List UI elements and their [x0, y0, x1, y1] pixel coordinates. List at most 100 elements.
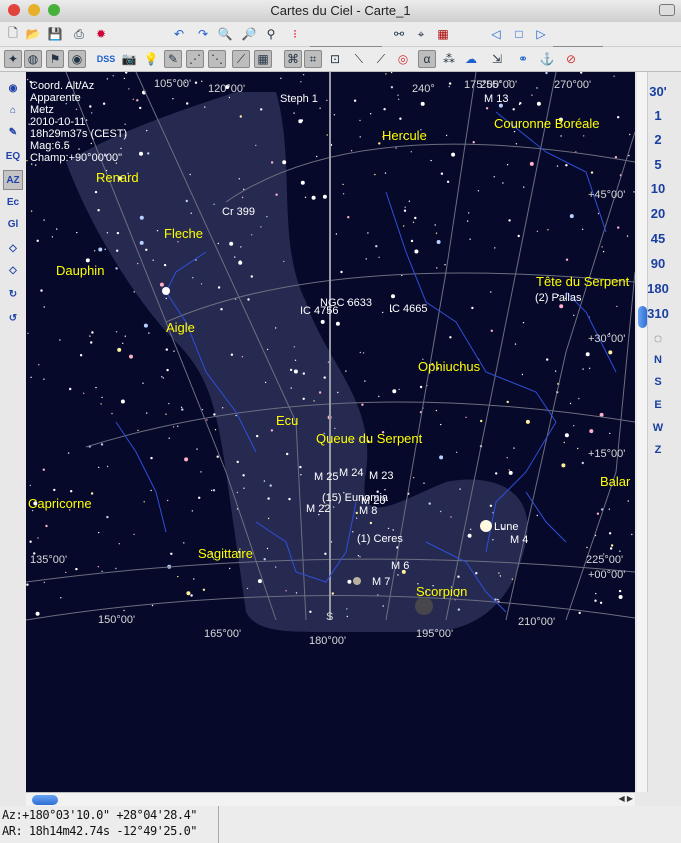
center-object-icon[interactable]: ⁝	[286, 25, 304, 43]
sky-chart[interactable]: Renard Fleche Dauphin Aigle Hercule Couronne …	[26, 72, 635, 792]
fov-button[interactable]: 10	[635, 181, 681, 196]
undo-icon[interactable]: ↶	[170, 25, 188, 43]
object-label[interactable]: Steph 1	[280, 93, 318, 105]
zoom-out-icon[interactable]: 🔎	[240, 25, 258, 43]
object-label[interactable]: M 13	[484, 93, 508, 105]
zenith-button[interactable]: Z	[635, 444, 681, 456]
west-button[interactable]: W	[635, 422, 681, 434]
flip-icon[interactable]: ⇲	[488, 50, 506, 68]
stop-icon[interactable]: □	[510, 25, 528, 43]
object-label[interactable]: M 4	[510, 534, 528, 546]
configuration-icon[interactable]: ✹	[92, 25, 110, 43]
planet-marker[interactable]	[353, 577, 361, 585]
horizon-picture-icon[interactable]: ☁	[462, 50, 480, 68]
object-label[interactable]: Lune	[494, 521, 518, 533]
lamp-icon[interactable]: 💡	[142, 50, 160, 68]
constellation-label[interactable]: Ecu	[276, 413, 298, 428]
galaxy-toggle-icon[interactable]: ◉	[68, 50, 86, 68]
scroll-arrows-icon[interactable]: ◀ ▶	[618, 794, 633, 803]
all-sky-icon[interactable]: ◌	[635, 330, 681, 346]
redo-icon[interactable]: ↷	[194, 25, 212, 43]
flip-vertical-icon[interactable]: ◇	[3, 260, 23, 280]
sky-chart-svg[interactable]: Renard Fleche Dauphin Aigle Hercule Couronne …	[26, 72, 635, 792]
next-chart-icon[interactable]: ▷	[532, 25, 550, 43]
object-label[interactable]: (2) Pallas	[535, 292, 582, 304]
milky-way-icon[interactable]: ⟋	[232, 50, 250, 68]
flip-horizontal-icon[interactable]: ◇	[3, 238, 23, 258]
object-label[interactable]: M 20	[361, 495, 385, 507]
save-icon[interactable]: 💾	[46, 25, 64, 43]
constellation-label[interactable]: Dauphin	[56, 263, 104, 278]
object-label[interactable]: M 22	[306, 503, 330, 515]
rotate-right-icon[interactable]: ↻	[3, 284, 23, 304]
calendar-icon[interactable]: ▦	[434, 25, 452, 43]
horizon-icon[interactable]: ⌗	[304, 50, 322, 68]
object-label[interactable]: IC 4665	[389, 303, 428, 315]
constellation-label[interactable]: Renard	[96, 170, 139, 185]
azimuth-tick-label[interactable]: 210°00'	[518, 616, 555, 628]
fov-button[interactable]: 20	[635, 206, 681, 221]
fov-button[interactable]: 5	[635, 157, 681, 172]
constellation-label[interactable]: Aigle	[166, 320, 195, 335]
scale-icon[interactable]: ⊡	[326, 50, 344, 68]
horizontal-scroll-thumb[interactable]	[32, 795, 58, 805]
north-button[interactable]: N	[635, 354, 681, 366]
globe-icon[interactable]: ◉	[3, 78, 23, 98]
rotate-left-icon[interactable]: ↺	[3, 308, 23, 328]
remove-mark-icon[interactable]: ⊘	[562, 50, 580, 68]
azimuth-tick-label[interactable]: 165°00'	[204, 628, 241, 640]
search-binoculars-icon[interactable]: ⚯	[390, 25, 408, 43]
object-label[interactable]: M 24	[339, 467, 363, 479]
edit-icon[interactable]: ✎	[3, 122, 23, 142]
dss-button[interactable]: DSS	[94, 50, 118, 68]
azimuth-tick-label[interactable]: 270°00'	[554, 79, 591, 91]
horizontal-scrollbar[interactable]: ◀ ▶	[26, 792, 635, 807]
altitude-tick-label[interactable]: +15°00'	[588, 448, 625, 460]
grid-icon[interactable]: ✎	[164, 50, 182, 68]
azimuth-tick-label[interactable]: 255°00'	[480, 79, 517, 91]
equatorial-projection-button[interactable]: EQ	[3, 146, 23, 166]
location-icon[interactable]: ⌂	[3, 100, 23, 120]
constellation-label[interactable]: Capricorne	[28, 496, 92, 511]
fov-button[interactable]: 90	[635, 256, 681, 271]
galactic-projection-button[interactable]: Gl	[3, 214, 23, 234]
camera-icon[interactable]: 📷	[120, 50, 138, 68]
zoom-reset-icon[interactable]: ⚲	[262, 25, 280, 43]
cluster-marker[interactable]	[415, 597, 433, 615]
constellation-boundaries-icon[interactable]: ⋱	[208, 50, 226, 68]
fov-button[interactable]: 310	[635, 306, 681, 321]
east-button[interactable]: E	[635, 399, 681, 411]
constellation-label[interactable]: Balar	[600, 474, 631, 489]
stars-toggle-icon[interactable]: ✦	[4, 50, 22, 68]
azimuth-tick-label[interactable]: 225°00'	[586, 554, 623, 566]
altitude-tick-label[interactable]: +30°00'	[588, 333, 625, 345]
object-label[interactable]: M 7	[372, 576, 390, 588]
azimuth-tick-label[interactable]: 180°00'	[309, 635, 346, 647]
azimuth-tick-label[interactable]: 135°00'	[30, 554, 67, 566]
object-label[interactable]: M 25	[314, 471, 338, 483]
telescope-icon[interactable]: ⌖	[412, 25, 430, 43]
measure-icon[interactable]: ⟋	[372, 50, 390, 68]
object-label[interactable]: (1) Ceres	[357, 533, 403, 545]
toolbar-toggle-button[interactable]	[659, 4, 675, 16]
constellation-label[interactable]: Scorpion	[416, 584, 467, 599]
star-names-icon[interactable]: ⁂	[440, 50, 458, 68]
object-label[interactable]: Cr 399	[222, 206, 255, 218]
target-icon[interactable]: ◎	[394, 50, 412, 68]
greek-labels-button[interactable]: α	[418, 50, 436, 68]
altitude-tick-label[interactable]: +45°00'	[588, 189, 625, 201]
object-label[interactable]: M 23	[369, 470, 393, 482]
zoom-in-icon[interactable]: 🔍	[216, 25, 234, 43]
azimuth-tick-label[interactable]: 105°00'	[154, 78, 191, 90]
object-label[interactable]: IC 4756	[300, 305, 339, 317]
constellation-lines-icon[interactable]: ⋰	[186, 50, 204, 68]
open-icon[interactable]: 📂	[24, 25, 42, 43]
constellation-label[interactable]: Hercule	[382, 128, 427, 143]
fov-button[interactable]: 45	[635, 231, 681, 246]
constellation-label[interactable]: Fleche	[164, 226, 203, 241]
constellation-label[interactable]: Sagittaire	[198, 546, 253, 561]
altair-marker[interactable]	[162, 287, 170, 295]
link-icon[interactable]: ⚭	[514, 50, 532, 68]
previous-chart-icon[interactable]: ◁	[487, 25, 505, 43]
new-chart-icon[interactable]: 🗋	[4, 25, 22, 43]
